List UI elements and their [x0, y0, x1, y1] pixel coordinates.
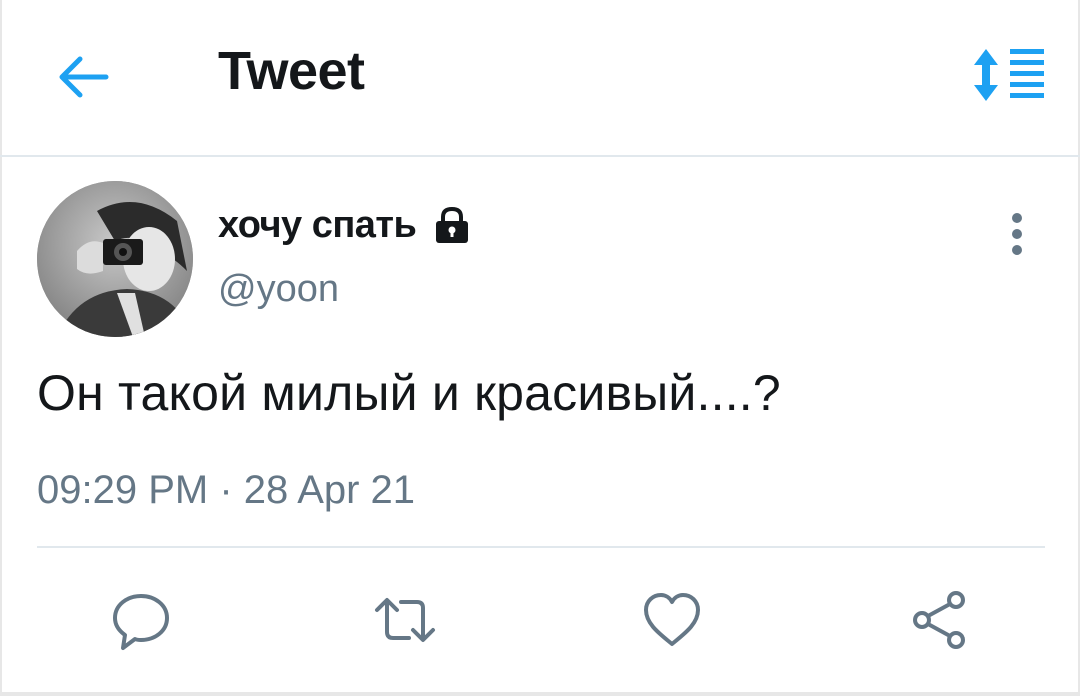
bottom-divider: [0, 692, 1080, 696]
more-options-button[interactable]: [996, 206, 1038, 262]
tweet-date: 28 Apr 21: [243, 468, 416, 512]
avatar[interactable]: [37, 181, 193, 337]
tweet-timestamp: 09:29 PM · 28 Apr 21: [37, 468, 415, 513]
share-button[interactable]: [904, 584, 976, 656]
sort-list-icon: [974, 49, 1044, 101]
tweet-text: Он такой милый и красивый....?: [37, 365, 781, 421]
user-handle[interactable]: @yoon: [218, 268, 339, 311]
top-app-bar: Tweet: [0, 0, 1080, 157]
timestamp-separator: ·: [219, 468, 233, 512]
reply-icon: [113, 594, 169, 650]
back-button[interactable]: [52, 46, 114, 108]
sort-button[interactable]: [966, 42, 1050, 108]
more-vertical-icon: [1012, 213, 1022, 255]
tweet-time: 09:29 PM: [37, 468, 209, 512]
display-name[interactable]: хочу спать: [218, 204, 417, 247]
user-avatar-photo: [37, 181, 193, 337]
like-button[interactable]: [636, 584, 708, 656]
arrow-left-icon: [59, 56, 109, 98]
page-title: Tweet: [218, 41, 365, 101]
retweet-icon: [375, 598, 435, 642]
retweet-button[interactable]: [369, 584, 441, 656]
divider: [37, 546, 1045, 548]
author-name-row: хочу спать: [218, 200, 472, 250]
reply-button[interactable]: [105, 584, 177, 656]
lock-icon: [432, 205, 472, 245]
like-icon: [644, 593, 700, 646]
share-icon: [913, 591, 965, 649]
